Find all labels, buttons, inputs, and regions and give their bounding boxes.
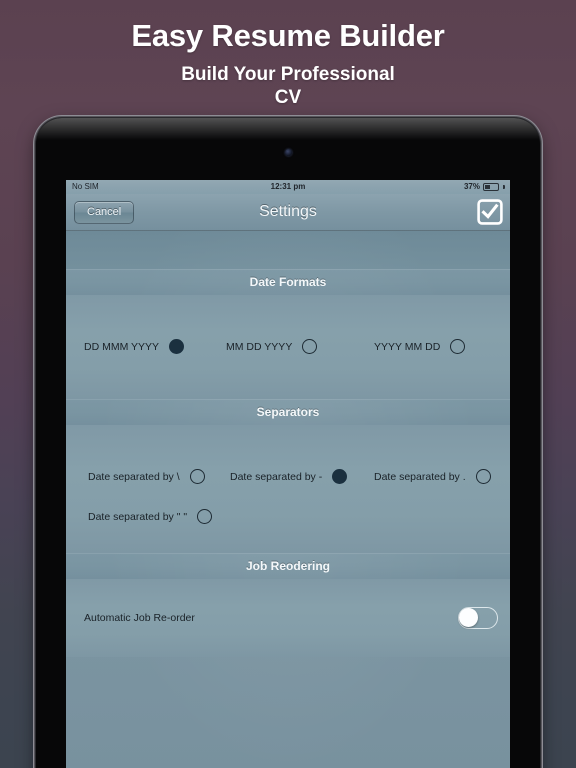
status-time-label: 12:31 pm — [270, 182, 306, 191]
camera-dot-icon — [285, 149, 292, 156]
battery-fill — [485, 185, 490, 189]
content-top-spacer — [66, 231, 510, 269]
option-label: Date separated by " " — [88, 510, 188, 523]
automatic-job-reorder-row[interactable]: Automatic Job Re-order — [84, 607, 498, 629]
automatic-job-reorder-toggle[interactable] — [458, 607, 498, 629]
radio-button[interactable] — [189, 469, 205, 484]
checkbox-check-icon[interactable] — [477, 199, 503, 225]
section-body-separators: Date separated by \ Date separated by - … — [66, 425, 510, 553]
toggle-knob — [459, 608, 478, 627]
promo-subtitle: Build Your Professional CV — [0, 63, 576, 111]
promo-subtitle-line2: CV — [274, 87, 302, 109]
navigation-bar: Cancel Settings — [66, 194, 510, 231]
section-header-job-reordering: Job Reodering — [66, 553, 510, 579]
settings-content[interactable]: Date Formats DD MMM YYYY MM DD YYYY YYYY… — [66, 231, 510, 768]
option-date-format-1[interactable]: MM DD YYYY — [226, 339, 318, 354]
section-header-separators: Separators — [66, 399, 510, 425]
status-battery-group: 37% — [464, 180, 505, 194]
tablet-device: No SIM 12:31 pm 37% Cancel Settings Date… — [36, 118, 540, 768]
status-bar: No SIM 12:31 pm 37% — [66, 180, 510, 194]
promo-title: Easy Resume Builder — [131, 18, 445, 53]
option-label: Date separated by . — [374, 470, 466, 483]
option-separator-3[interactable]: Date separated by " " — [88, 509, 213, 524]
option-label: DD MMM YYYY — [84, 340, 160, 353]
radio-button-selected[interactable] — [332, 469, 348, 484]
option-separator-1[interactable]: Date separated by - — [230, 469, 348, 484]
option-date-format-0[interactable]: DD MMM YYYY — [84, 339, 185, 354]
radio-button[interactable] — [197, 509, 213, 524]
battery-percent-label: 37% — [463, 182, 480, 191]
screenshot-root: Easy Resume Builder Build Your Professio… — [0, 0, 576, 768]
option-date-format-2[interactable]: YYYY MM DD — [374, 339, 466, 354]
battery-low-icon — [483, 183, 499, 191]
toggle-label: Automatic Job Re-order — [84, 612, 195, 624]
device-screen: No SIM 12:31 pm 37% Cancel Settings Date… — [66, 180, 510, 768]
option-label: Date separated by - — [230, 470, 323, 483]
option-label: YYYY MM DD — [374, 340, 441, 353]
option-separator-2[interactable]: Date separated by . — [374, 469, 491, 484]
page-title: Settings — [259, 203, 317, 220]
option-separator-0[interactable]: Date separated by \ — [88, 469, 205, 484]
bezel-gloss — [36, 118, 540, 144]
promo-header: Easy Resume Builder Build Your Professio… — [0, 0, 576, 110]
section-body-date-formats: DD MMM YYYY MM DD YYYY YYYY MM DD — [66, 295, 510, 399]
option-label: Date separated by \ — [88, 470, 180, 483]
radio-button[interactable] — [450, 339, 466, 354]
section-header-date-formats: Date Formats — [66, 269, 510, 295]
promo-subtitle-line1: Build Your Professional — [181, 63, 395, 85]
option-label: MM DD YYYY — [226, 340, 293, 353]
section-body-job-reordering: Automatic Job Re-order — [66, 579, 510, 657]
radio-button[interactable] — [475, 469, 491, 484]
battery-cap — [503, 185, 505, 189]
radio-button[interactable] — [302, 339, 318, 354]
radio-button-selected[interactable] — [169, 339, 185, 354]
